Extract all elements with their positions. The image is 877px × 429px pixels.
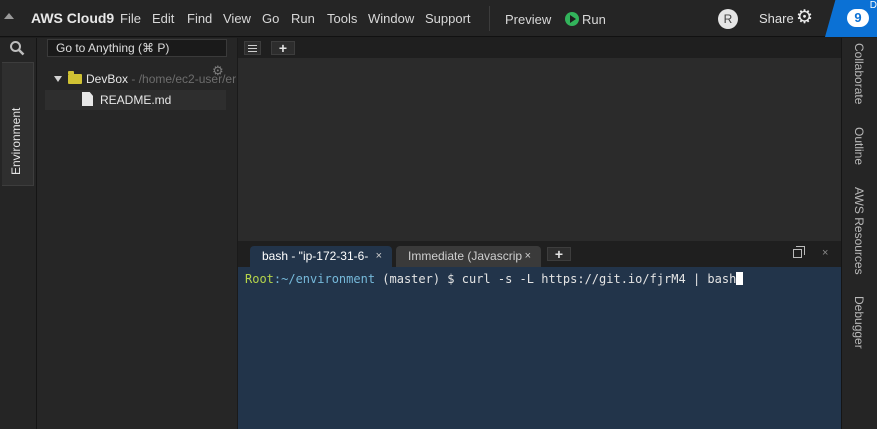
- cloud-help-icon: 9: [847, 9, 869, 27]
- tab-bash-terminal[interactable]: bash - "ip-172-31-6- ×: [250, 246, 392, 267]
- tab-bash-label: bash - "ip-172-31-6-: [262, 249, 369, 263]
- console-pane[interactable]: bash - "ip-172-31-6- × Immediate (Javasc…: [238, 241, 841, 429]
- run-button[interactable]: Run: [582, 12, 606, 27]
- collapse-menu-icon[interactable]: [4, 13, 14, 19]
- right-rail: Collaborate Outline AWS Resources Debugg…: [841, 38, 877, 429]
- tree-root-path: - /home/ec2-user/er: [128, 72, 237, 86]
- menu-window[interactable]: Window: [368, 11, 414, 26]
- menu-view[interactable]: View: [223, 11, 251, 26]
- terminal-cursor: [736, 272, 744, 285]
- tab-debugger[interactable]: Debugger: [852, 296, 866, 349]
- cloud9-help-button[interactable]: 9 D: [825, 0, 877, 37]
- menu-go[interactable]: Go: [262, 11, 279, 26]
- tree-root-name: DevBox: [86, 72, 129, 86]
- environment-tab[interactable]: Environment: [2, 62, 34, 186]
- left-rail: Environment: [0, 38, 37, 429]
- file-tree-panel: Go to Anything (⌘ P) ⚙ DevBox - /home/ec…: [37, 38, 238, 429]
- file-icon: [82, 92, 93, 106]
- tab-immediate[interactable]: Immediate (Javascrip ×: [396, 246, 541, 267]
- settings-gear-icon[interactable]: ⚙: [796, 8, 813, 28]
- new-terminal-plus-icon[interactable]: +: [547, 247, 571, 261]
- folder-icon: [68, 71, 82, 84]
- tree-file-label: README.md: [100, 93, 172, 107]
- tab-list-icon[interactable]: [244, 41, 261, 55]
- restore-window-icon[interactable]: [793, 246, 805, 258]
- tree-root-item[interactable]: DevBox - /home/ec2-user/er: [86, 72, 236, 86]
- tab-outline[interactable]: Outline: [852, 127, 866, 165]
- tree-file-readme[interactable]: README.md: [45, 90, 226, 110]
- app-menu-aws-cloud9[interactable]: AWS Cloud9: [31, 10, 114, 26]
- menu-file[interactable]: File: [120, 11, 141, 26]
- close-tab-icon[interactable]: ×: [376, 246, 382, 266]
- user-avatar[interactable]: R: [718, 9, 738, 29]
- terminal-command: (master) $ curl -s -L https://git.io/fjr…: [375, 272, 737, 286]
- menu-support[interactable]: Support: [425, 11, 471, 26]
- prompt-user: Root: [245, 272, 274, 286]
- preview-button[interactable]: Preview: [505, 12, 551, 27]
- menu-find[interactable]: Find: [187, 11, 212, 26]
- corner-letter: D: [869, 0, 877, 11]
- editor-pane[interactable]: +: [238, 38, 841, 241]
- environment-tab-label: Environment: [9, 107, 23, 175]
- share-button[interactable]: Share: [759, 11, 794, 26]
- prompt-path: :~/environment: [273, 272, 376, 286]
- menu-bar: AWS Cloud9 File Edit Find View Go Run To…: [0, 0, 877, 37]
- tab-aws-resources[interactable]: AWS Resources: [852, 187, 866, 275]
- menu-run[interactable]: Run: [291, 11, 315, 26]
- console-tab-bar: bash - "ip-172-31-6- × Immediate (Javasc…: [238, 241, 841, 267]
- search-icon[interactable]: [9, 40, 25, 56]
- go-to-anything-input[interactable]: Go to Anything (⌘ P): [47, 39, 227, 57]
- close-tab-icon[interactable]: ×: [525, 246, 531, 266]
- menu-separator: [489, 6, 490, 31]
- close-console-icon[interactable]: ×: [822, 247, 828, 259]
- expand-chevron-down-icon[interactable]: [54, 76, 62, 82]
- menu-edit[interactable]: Edit: [152, 11, 174, 26]
- tab-collaborate[interactable]: Collaborate: [852, 43, 866, 104]
- editor-tab-bar: +: [238, 38, 841, 58]
- new-tab-plus-icon[interactable]: +: [271, 41, 295, 55]
- run-icon[interactable]: [565, 12, 579, 26]
- terminal-command-line[interactable]: Root:~/environment (master) $ curl -s -L…: [245, 272, 744, 286]
- tab-immediate-label: Immediate (Javascrip: [408, 249, 523, 263]
- menu-tools[interactable]: Tools: [327, 11, 357, 26]
